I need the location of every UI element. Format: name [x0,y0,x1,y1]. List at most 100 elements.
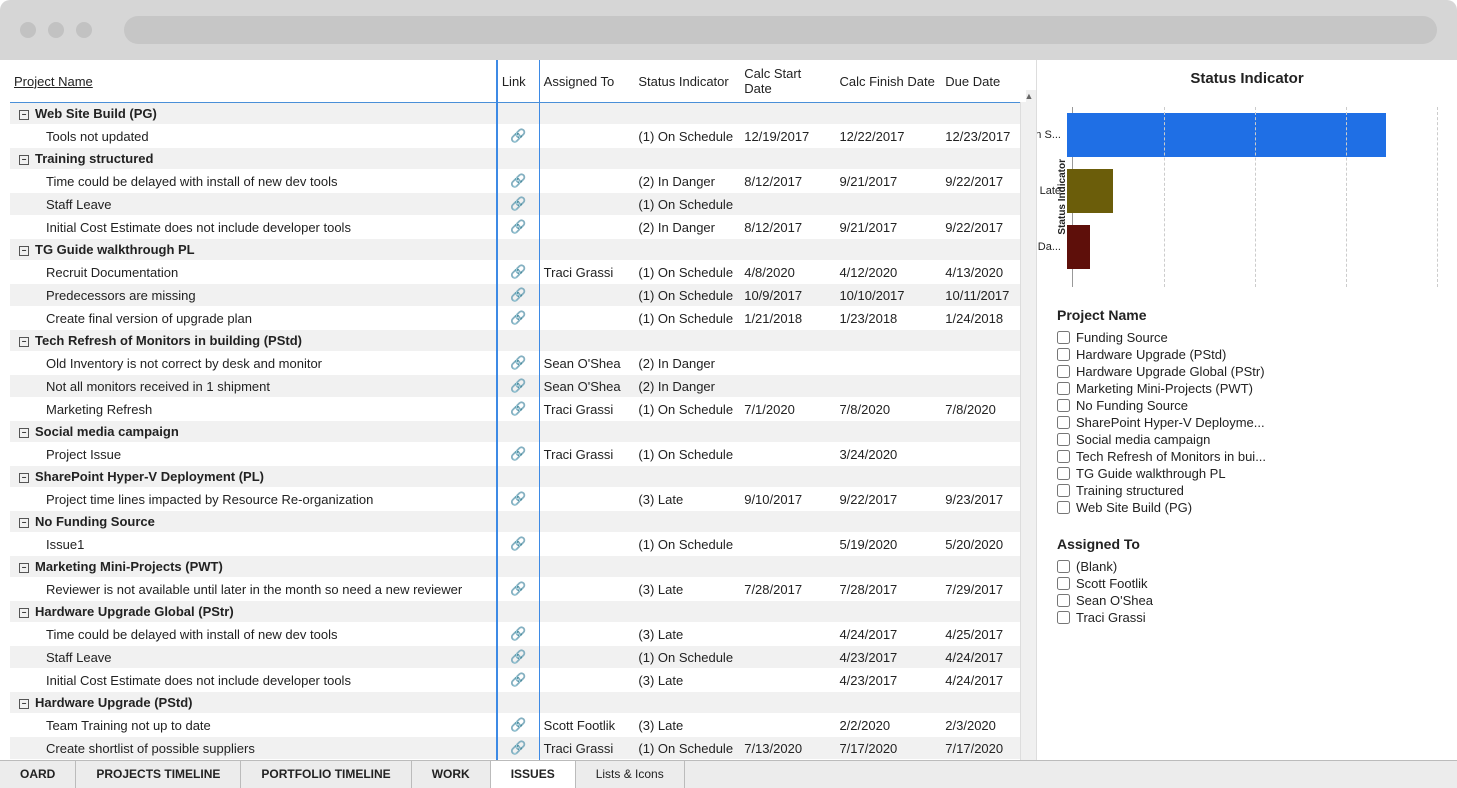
assigned-filter-item[interactable]: Traci Grassi [1057,609,1437,626]
collapse-icon[interactable]: − [19,246,29,256]
tab-work[interactable]: WORK [412,761,491,788]
issue-row[interactable]: Reviewer is not available until later in… [10,578,1026,601]
collapse-icon[interactable]: − [19,608,29,618]
issue-row[interactable]: Create final version of upgrade plan🔗(1)… [10,307,1026,330]
group-row[interactable]: −Hardware Upgrade Global (PStr) [10,601,1026,623]
issue-row[interactable]: Project time lines impacted by Resource … [10,488,1026,511]
tab-issues[interactable]: ISSUES [491,760,576,788]
chart-bar[interactable] [1067,113,1386,157]
project-filter-item[interactable]: Social media campaign [1057,431,1437,448]
issue-row[interactable]: Initial Cost Estimate does not include d… [10,669,1026,692]
link-icon[interactable]: 🔗 [510,626,526,641]
address-bar[interactable] [124,16,1437,44]
project-filter-item[interactable]: Funding Source [1057,329,1437,346]
filter-checkbox[interactable] [1057,594,1070,607]
chart-bar[interactable] [1067,169,1113,213]
link-icon[interactable]: 🔗 [510,672,526,687]
column-header[interactable]: Calc Start Date [740,60,835,103]
group-row[interactable]: −Hardware Upgrade (PStd) [10,692,1026,714]
issue-row[interactable]: Project Issue🔗Traci Grassi(1) On Schedul… [10,443,1026,466]
assigned-filter-item[interactable]: Scott Footlik [1057,575,1437,592]
filter-checkbox[interactable] [1057,484,1070,497]
filter-checkbox[interactable] [1057,577,1070,590]
collapse-icon[interactable]: − [19,563,29,573]
tab-projects-timeline[interactable]: PROJECTS TIMELINE [76,761,241,788]
project-filter-item[interactable]: Training structured [1057,482,1437,499]
project-filter-item[interactable]: Web Site Build (PG) [1057,499,1437,516]
issue-row[interactable]: Create shortlist of possible suppliers🔗T… [10,737,1026,760]
issue-row[interactable]: Time could be delayed with install of ne… [10,623,1026,646]
filter-checkbox[interactable] [1057,450,1070,463]
link-icon[interactable]: 🔗 [510,128,526,143]
project-filter-item[interactable]: TG Guide walkthrough PL [1057,465,1437,482]
link-icon[interactable]: 🔗 [510,446,526,461]
column-header[interactable]: Status Indicator [634,60,740,103]
group-row[interactable]: −Web Site Build (PG) [10,103,1026,125]
tab-oard[interactable]: OARD [0,761,76,788]
column-header[interactable]: Due Date [941,60,1026,103]
filter-checkbox[interactable] [1057,467,1070,480]
collapse-icon[interactable]: − [19,337,29,347]
project-filter-item[interactable]: Hardware Upgrade (PStd) [1057,346,1437,363]
assigned-filter-item[interactable]: (Blank) [1057,558,1437,575]
group-row[interactable]: −SharePoint Hyper-V Deployment (PL) [10,466,1026,488]
group-row[interactable]: −Marketing Mini-Projects (PWT) [10,556,1026,578]
issue-row[interactable]: Recruit Documentation🔗Traci Grassi(1) On… [10,261,1026,284]
issue-row[interactable]: Staff Leave🔗(1) On Schedule [10,193,1026,216]
link-icon[interactable]: 🔗 [510,717,526,732]
filter-checkbox[interactable] [1057,611,1070,624]
filter-checkbox[interactable] [1057,331,1070,344]
link-icon[interactable]: 🔗 [510,310,526,325]
group-row[interactable]: −Funding Source [10,760,1026,761]
link-icon[interactable]: 🔗 [510,219,526,234]
group-row[interactable]: −TG Guide walkthrough PL [10,239,1026,261]
vertical-scrollbar[interactable]: ▲ [1020,90,1036,760]
collapse-icon[interactable]: − [19,110,29,120]
collapse-icon[interactable]: − [19,699,29,709]
column-header[interactable]: Link [497,60,539,103]
link-icon[interactable]: 🔗 [510,401,526,416]
link-icon[interactable]: 🔗 [510,649,526,664]
maximize-icon[interactable] [76,22,92,38]
assigned-filter-item[interactable]: Sean O'Shea [1057,592,1437,609]
link-icon[interactable]: 🔗 [510,287,526,302]
filter-checkbox[interactable] [1057,399,1070,412]
group-row[interactable]: −Training structured [10,148,1026,170]
link-icon[interactable]: 🔗 [510,536,526,551]
filter-checkbox[interactable] [1057,382,1070,395]
group-row[interactable]: −Social media campaign [10,421,1026,443]
issue-row[interactable]: Issue1🔗(1) On Schedule5/19/20205/20/2020 [10,533,1026,556]
collapse-icon[interactable]: − [19,473,29,483]
issue-row[interactable]: Team Training not up to date🔗Scott Footl… [10,714,1026,737]
group-row[interactable]: −Tech Refresh of Monitors in building (P… [10,330,1026,352]
link-icon[interactable]: 🔗 [510,264,526,279]
issue-row[interactable]: Staff Leave🔗(1) On Schedule4/23/20174/24… [10,646,1026,669]
issue-row[interactable]: Initial Cost Estimate does not include d… [10,216,1026,239]
link-icon[interactable]: 🔗 [510,355,526,370]
project-filter-item[interactable]: SharePoint Hyper-V Deployme... [1057,414,1437,431]
issue-row[interactable]: Not all monitors received in 1 shipment🔗… [10,375,1026,398]
chart-bar[interactable] [1067,225,1090,269]
issue-row[interactable]: Tools not updated🔗(1) On Schedule12/19/2… [10,125,1026,148]
close-icon[interactable] [20,22,36,38]
link-icon[interactable]: 🔗 [510,196,526,211]
filter-checkbox[interactable] [1057,433,1070,446]
issues-grid[interactable]: Project NameLinkAssigned ToStatus Indica… [10,60,1026,760]
filter-checkbox[interactable] [1057,416,1070,429]
column-header[interactable]: Calc Finish Date [835,60,941,103]
minimize-icon[interactable] [48,22,64,38]
link-icon[interactable]: 🔗 [510,581,526,596]
collapse-icon[interactable]: − [19,155,29,165]
issue-row[interactable]: Old Inventory is not correct by desk and… [10,352,1026,375]
filter-checkbox[interactable] [1057,560,1070,573]
issue-row[interactable]: Predecessors are missing🔗(1) On Schedule… [10,284,1026,307]
issue-row[interactable]: Marketing Refresh🔗Traci Grassi(1) On Sch… [10,398,1026,421]
link-icon[interactable]: 🔗 [510,378,526,393]
project-filter-item[interactable]: Tech Refresh of Monitors in bui... [1057,448,1437,465]
tab-lists-icons[interactable]: Lists & Icons [576,761,685,788]
project-filter-item[interactable]: No Funding Source [1057,397,1437,414]
link-icon[interactable]: 🔗 [510,740,526,755]
link-icon[interactable]: 🔗 [510,173,526,188]
project-filter-item[interactable]: Marketing Mini-Projects (PWT) [1057,380,1437,397]
link-icon[interactable]: 🔗 [510,491,526,506]
